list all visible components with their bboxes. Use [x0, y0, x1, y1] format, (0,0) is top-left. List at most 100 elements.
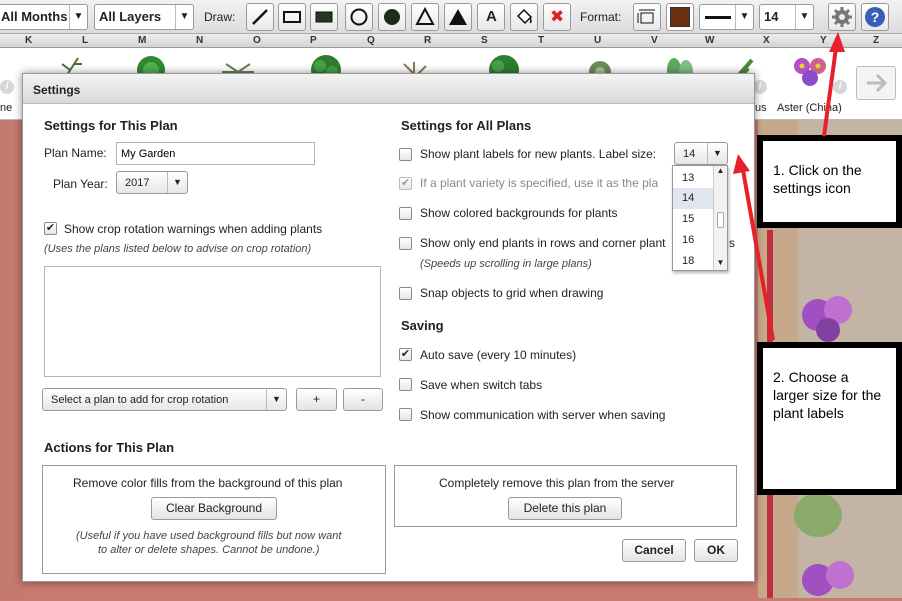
svg-text:?: ? [871, 9, 880, 25]
line-tool-button[interactable] [246, 3, 274, 31]
label-size-option[interactable]: 13 [673, 168, 713, 189]
cancel-button[interactable]: Cancel [622, 539, 686, 562]
remove-plan-button[interactable]: - [343, 388, 383, 411]
variety-label: If a plant variety is specified, use it … [420, 176, 659, 190]
end-plants-checkbox[interactable] [399, 237, 412, 250]
column-letter: T [538, 35, 545, 46]
label-size-option-selected[interactable]: 14 [673, 188, 713, 209]
dialog-body: Settings for This Plan Plan Name: Plan Y… [32, 104, 745, 574]
auto-save-checkbox[interactable]: ✔ [399, 348, 412, 361]
chevron-down-icon: ▼ [69, 5, 87, 29]
clear-note-line1: (Useful if you have used background fill… [76, 530, 342, 542]
auto-save-label: Auto save (every 10 minutes) [420, 348, 577, 362]
settings-button[interactable] [828, 3, 856, 31]
crop-rotation-note: (Uses the plans listed below to advise o… [44, 243, 312, 255]
plan-year-value: 2017 [125, 177, 150, 189]
months-select[interactable]: All Months ▼ [0, 4, 88, 30]
arrow-right-icon [867, 73, 888, 93]
all-plans-heading: Settings for All Plans [401, 118, 532, 133]
plant-label: Aster (China) [777, 102, 842, 114]
aster-plant-icon[interactable] [790, 52, 830, 98]
circle-outline-icon [350, 8, 368, 26]
colored-backgrounds-checkbox[interactable] [399, 207, 412, 220]
callout-step-1-text: 1. Click on the settings icon [773, 162, 862, 196]
column-letter: M [138, 35, 147, 46]
snap-grid-checkbox[interactable] [399, 287, 412, 300]
next-plants-button[interactable] [856, 66, 896, 100]
format-label: Format: [580, 10, 622, 24]
switch-tabs-checkbox[interactable] [399, 378, 412, 391]
filled-circle-tool-button[interactable] [378, 3, 406, 31]
gear-icon [832, 7, 852, 27]
dimensions-button[interactable] [633, 3, 661, 31]
variety-checkbox[interactable]: ✔ [399, 177, 412, 190]
column-letter: Y [820, 35, 827, 46]
remove-plan-text: Completely remove this plan from the ser… [439, 476, 675, 490]
communication-checkbox[interactable] [399, 408, 412, 421]
ok-button[interactable]: OK [694, 539, 738, 562]
label-size-option[interactable]: 18 [673, 251, 713, 272]
clear-note-line2: to alter or delete shapes. Cannot be und… [98, 544, 320, 556]
filled-triangle-tool-button[interactable] [444, 3, 472, 31]
show-labels-checkbox[interactable] [399, 148, 412, 161]
label-size-option[interactable]: 15 [673, 209, 713, 230]
delete-plan-button[interactable]: Delete this plan [508, 497, 622, 520]
line-icon [252, 9, 268, 25]
column-letter: R [424, 35, 432, 46]
help-icon: ? [865, 7, 885, 27]
end-plants-label: Show only end plants in rows and corner … [420, 236, 666, 250]
end-plants-label-tail: s [729, 236, 735, 250]
crop-rotation-checkbox[interactable]: ✔ [44, 222, 57, 235]
rectangle-tool-button[interactable] [278, 3, 306, 31]
scroll-down-icon[interactable]: ▼ [714, 258, 727, 270]
font-size-value: 14 [764, 9, 779, 24]
plant-label: ne [0, 102, 13, 114]
filled-rectangle-tool-button[interactable] [310, 3, 338, 31]
info-icon[interactable]: i [0, 80, 14, 94]
line-style-select[interactable]: ▼ [699, 4, 754, 30]
paint-bucket-button[interactable] [510, 3, 538, 31]
font-size-select[interactable]: 14 ▼ [759, 4, 814, 30]
help-button[interactable]: ? [861, 3, 889, 31]
delete-tool-button[interactable]: ✖ [543, 3, 571, 31]
callout-step-1: 1. Click on the settings icon [757, 135, 902, 228]
plan-year-select[interactable]: 2017 ▼ [116, 171, 188, 194]
info-icon[interactable]: i [833, 80, 847, 94]
fill-color-button[interactable] [666, 3, 694, 31]
text-tool-button[interactable]: A [477, 3, 505, 31]
colored-backgrounds-label: Show colored backgrounds for plants [420, 206, 618, 220]
crop-rotation-label: Show crop rotation warnings when adding … [64, 222, 323, 236]
add-plan-select[interactable]: Select a plan to add for crop rotation ▼ [42, 388, 287, 411]
scroll-thumb[interactable] [717, 212, 724, 228]
plan-name-label: Plan Name: [44, 146, 107, 160]
crop-rotation-plans-list[interactable] [44, 266, 381, 377]
label-size-dropdown[interactable]: 13 14 15 16 18 ▲ ▼ [672, 165, 728, 271]
label-size-select[interactable]: 14 ▼ [674, 142, 728, 165]
chevron-down-icon: ▼ [795, 5, 813, 29]
triangle-tool-button[interactable] [411, 3, 439, 31]
triangle-outline-icon [415, 7, 435, 25]
column-letter: Z [873, 35, 880, 46]
column-letter: Q [367, 35, 375, 46]
plan-name-input[interactable] [116, 142, 315, 165]
draw-label: Draw: [204, 10, 236, 24]
column-letter: K [25, 35, 33, 46]
scroll-up-icon[interactable]: ▲ [714, 166, 727, 178]
months-select-value: All Months [1, 9, 68, 24]
add-plan-select-value: Select a plan to add for crop rotation [51, 394, 229, 406]
dropdown-scrollbar[interactable]: ▲ ▼ [713, 166, 727, 270]
column-letter: L [82, 35, 89, 46]
plant-label: us [755, 102, 767, 114]
label-size-option[interactable]: 16 [673, 230, 713, 251]
column-letter: P [310, 35, 317, 46]
layers-select[interactable]: All Layers ▼ [94, 4, 194, 30]
layers-select-value: All Layers [99, 9, 162, 24]
circle-tool-button[interactable] [345, 3, 373, 31]
chevron-down-icon: ▼ [707, 143, 727, 164]
chevron-down-icon: ▼ [735, 5, 753, 29]
clear-background-button[interactable]: Clear Background [151, 497, 277, 520]
info-icon[interactable]: i [753, 80, 767, 94]
add-plan-button[interactable]: + [296, 388, 337, 411]
remove-fills-text: Remove color fills from the background o… [73, 476, 343, 490]
column-letter: O [253, 35, 261, 46]
